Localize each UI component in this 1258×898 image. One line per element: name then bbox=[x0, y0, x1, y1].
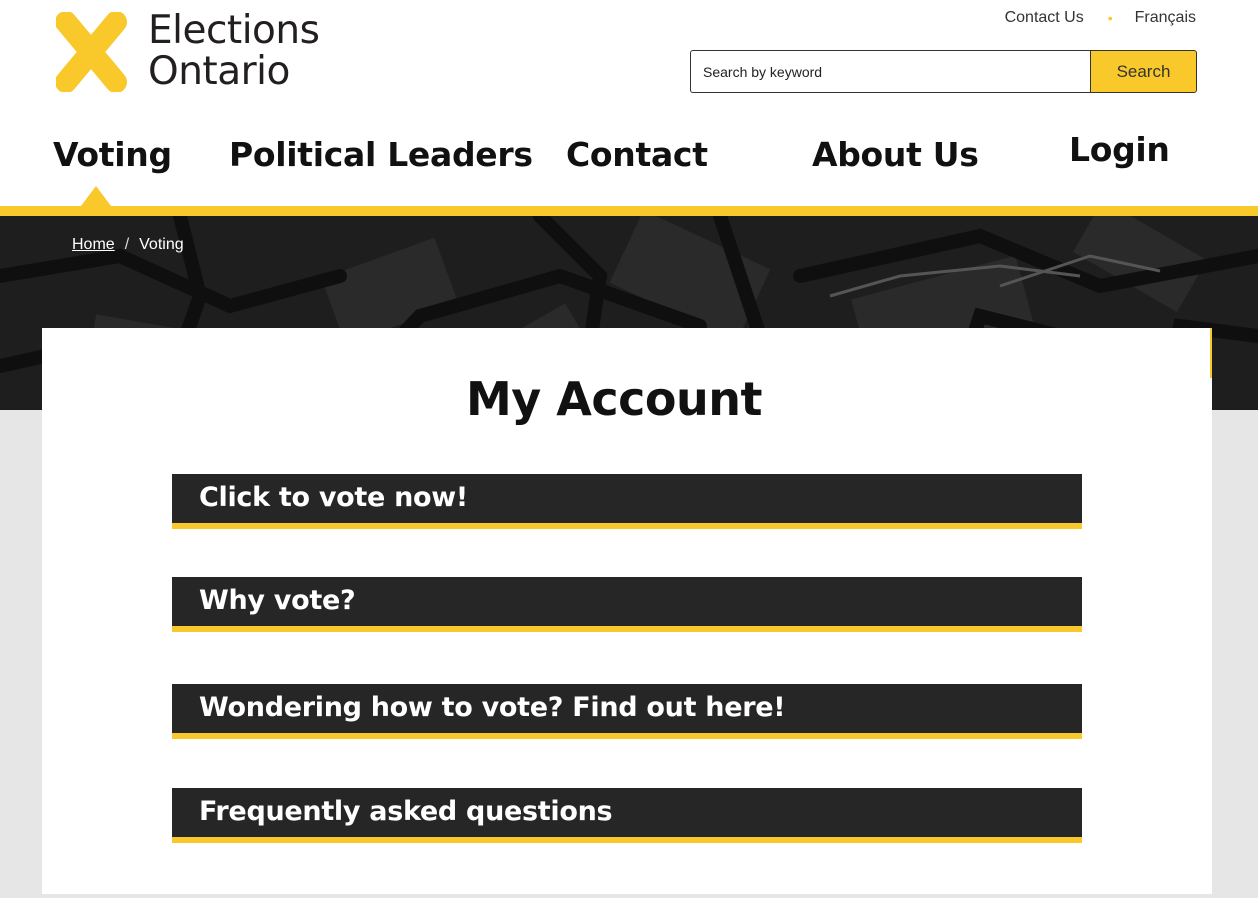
page-title: My Account bbox=[466, 372, 763, 426]
nav-item-political-leaders[interactable]: Political Leaders bbox=[229, 135, 533, 174]
separator-dot: • bbox=[1107, 10, 1113, 26]
faq-section[interactable]: Frequently asked questions bbox=[172, 788, 1082, 843]
nav-item-about-us[interactable]: About Us bbox=[812, 135, 979, 174]
main-nav: Voting Political Leaders Contact About U… bbox=[0, 130, 1258, 190]
nav-item-login[interactable]: Login bbox=[1069, 130, 1170, 169]
site-header: Elections Ontario Contact Us • Français … bbox=[0, 0, 1258, 206]
active-nav-indicator bbox=[81, 186, 111, 206]
nav-item-voting[interactable]: Voting bbox=[53, 135, 172, 174]
how-to-vote-section[interactable]: Wondering how to vote? Find out here! bbox=[172, 684, 1082, 739]
contact-us-link[interactable]: Contact Us bbox=[1005, 9, 1084, 27]
breadcrumb-home-link[interactable]: Home bbox=[72, 236, 115, 254]
search-input[interactable] bbox=[690, 50, 1090, 93]
search-button[interactable]: Search bbox=[1090, 50, 1197, 93]
utility-links: Contact Us • Français bbox=[1005, 9, 1196, 27]
logo-wordmark: Elections Ontario bbox=[148, 8, 320, 94]
header-accent-bar bbox=[0, 206, 1258, 216]
card-accent-edge bbox=[1210, 328, 1212, 378]
breadcrumb-current: Voting bbox=[139, 236, 184, 253]
elections-ontario-logo[interactable]: Elections Ontario bbox=[56, 10, 356, 94]
vote-now-label: Click to vote now! bbox=[199, 482, 468, 513]
faq-label: Frequently asked questions bbox=[199, 796, 613, 827]
vote-now-section[interactable]: Click to vote now! bbox=[172, 474, 1082, 529]
why-vote-label: Why vote? bbox=[199, 585, 356, 616]
x-logo-icon bbox=[56, 12, 127, 92]
search-form: Search bbox=[690, 50, 1197, 93]
breadcrumb: Home / Voting bbox=[72, 236, 184, 254]
language-toggle-link[interactable]: Français bbox=[1135, 9, 1196, 27]
how-to-vote-label: Wondering how to vote? Find out here! bbox=[199, 692, 786, 723]
why-vote-section[interactable]: Why vote? bbox=[172, 577, 1082, 632]
nav-item-contact[interactable]: Contact bbox=[566, 135, 708, 174]
breadcrumb-separator: / bbox=[124, 236, 130, 253]
